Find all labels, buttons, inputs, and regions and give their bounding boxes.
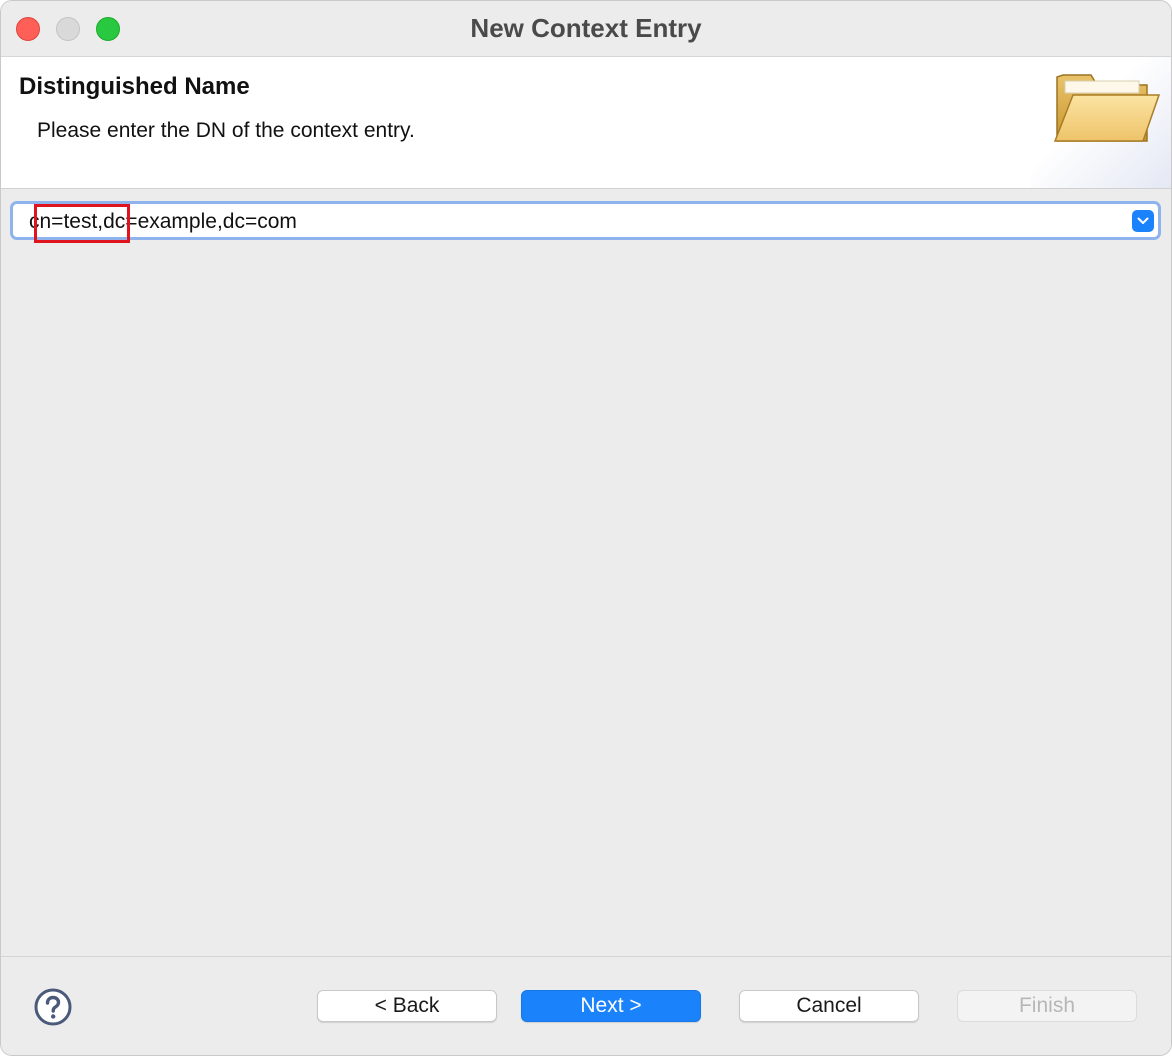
cancel-button[interactable]: Cancel (739, 990, 919, 1022)
page-title: Distinguished Name (19, 73, 250, 100)
chevron-down-icon (1137, 217, 1149, 224)
help-icon[interactable] (34, 988, 72, 1026)
button-bar: < Back Next > Cancel Finish (1, 956, 1171, 1055)
back-button[interactable]: < Back (317, 990, 497, 1022)
next-button[interactable]: Next > (521, 990, 701, 1022)
page-description: Please enter the DN of the context entry… (37, 119, 415, 142)
dropdown-button[interactable] (1132, 210, 1154, 232)
dn-input-value[interactable]: cn=test,dc=example,dc=com (29, 204, 297, 243)
title-bar: New Context Entry (1, 1, 1171, 57)
dn-combobox[interactable]: cn=test,dc=example,dc=com (10, 201, 1161, 243)
finish-button: Finish (957, 990, 1137, 1022)
wizard-header: Distinguished Name Please enter the DN o… (1, 57, 1171, 189)
dialog-window: New Context Entry Distinguished Name Ple… (0, 0, 1172, 1056)
folder-icon (1053, 74, 1161, 142)
rdn-highlight-box (34, 204, 130, 243)
window-title: New Context Entry (470, 13, 702, 43)
